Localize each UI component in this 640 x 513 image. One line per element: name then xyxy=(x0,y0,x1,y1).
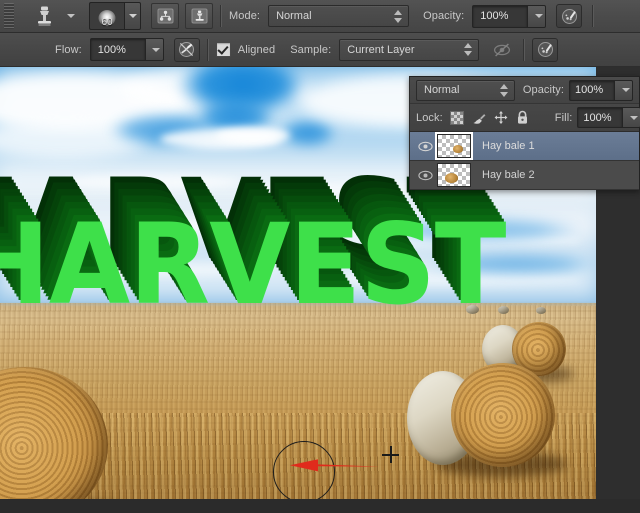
options-bar-row-1: 60 Mode: Normal Opacity: 100% xyxy=(0,0,640,33)
aligned-checkbox[interactable] xyxy=(215,42,231,57)
flow-chevron-down-icon[interactable] xyxy=(144,38,164,61)
layer-thumbnail[interactable] xyxy=(437,163,471,187)
flow-label: Flow: xyxy=(55,43,82,56)
layer-thumbnail[interactable] xyxy=(435,132,473,160)
harvest-artwork-text: HARVEST xyxy=(0,200,506,331)
toolbar-divider-2 xyxy=(592,5,595,27)
opacity-field[interactable]: 100% xyxy=(472,4,547,28)
toolbar-divider-1 xyxy=(220,5,222,27)
drag-handle[interactable] xyxy=(4,3,14,29)
pressure-controls-size-button[interactable] xyxy=(173,37,200,62)
layer-row-hay-bale-2[interactable]: Hay bale 2 xyxy=(410,161,639,190)
sample-label: Sample: xyxy=(290,43,332,56)
blend-mode-stepper-icon[interactable] xyxy=(499,83,509,97)
blend-mode-value: Normal xyxy=(424,84,460,96)
ignore-adjustment-layers-button[interactable] xyxy=(489,38,515,62)
layer-row-hay-bale-1[interactable]: Hay bale 1 xyxy=(410,132,639,161)
lock-position-icon[interactable] xyxy=(494,111,508,125)
clone-stamp-tool-icon[interactable] xyxy=(29,3,59,29)
mode-value: Normal xyxy=(276,10,312,22)
airbrush-toggle-button[interactable] xyxy=(556,4,583,28)
sample-value: Current Layer xyxy=(347,43,415,56)
fill-value[interactable]: 100% xyxy=(577,107,623,128)
toggle-clone-source-panel-button[interactable] xyxy=(185,3,213,29)
opacity-label: Opacity: xyxy=(423,10,465,22)
sample-select[interactable]: Current Layer xyxy=(339,38,480,61)
brush-size-preview[interactable]: 60 xyxy=(89,2,124,30)
fill-field[interactable]: 100% xyxy=(577,107,640,128)
tablet-pressure-button[interactable] xyxy=(532,37,559,62)
tool-preset-chevron-down-icon[interactable] xyxy=(67,14,75,18)
layers-panel: Normal Opacity: 100% Lock: Fill: 100% Ha… xyxy=(409,76,640,190)
lock-image-pixels-icon[interactable] xyxy=(472,111,486,125)
brush-size-value: 60 xyxy=(101,17,113,28)
lock-label: Lock: xyxy=(416,111,443,124)
clone-source-crosshair xyxy=(382,446,399,463)
workspace-background-bottom xyxy=(0,499,640,513)
hay-bale-foreground-right xyxy=(407,363,567,477)
mode-select[interactable]: Normal xyxy=(268,5,410,27)
photoshop-window: 60 Mode: Normal Opacity: 100% Flow: 100%… xyxy=(0,0,640,513)
options-bar-row-2: Flow: 100% Aligned Sample: Current Layer xyxy=(0,33,640,67)
sample-stepper-icon[interactable] xyxy=(464,43,473,56)
opacity-value[interactable]: 100% xyxy=(472,4,528,28)
layers-opacity-chevron-down-icon[interactable] xyxy=(614,79,633,101)
fill-chevron-down-icon[interactable] xyxy=(622,107,640,128)
red-arrow-annotation xyxy=(290,459,380,472)
eye-icon[interactable] xyxy=(415,141,435,152)
layer-name[interactable]: Hay bale 1 xyxy=(482,140,535,152)
layers-opacity-value[interactable]: 100% xyxy=(569,79,614,101)
toolbar-divider-4 xyxy=(523,38,526,61)
fill-label: Fill: xyxy=(554,111,573,124)
mode-label: Mode: xyxy=(229,10,261,22)
layer-name[interactable]: Hay bale 2 xyxy=(482,169,535,181)
flow-value[interactable]: 100% xyxy=(89,38,145,61)
brush-picker-chevron-down-icon[interactable] xyxy=(124,2,141,30)
layers-panel-blend-row: Normal Opacity: 100% xyxy=(410,77,639,104)
layers-panel-lock-row: Lock: Fill: 100% xyxy=(410,104,640,132)
toggle-brush-panel-button[interactable] xyxy=(151,3,179,29)
toolbar-divider-3 xyxy=(206,38,209,61)
opacity-chevron-down-icon[interactable] xyxy=(527,4,547,28)
aligned-label: Aligned xyxy=(237,43,276,56)
blend-mode-select[interactable]: Normal xyxy=(416,79,515,101)
brush-preset-picker[interactable]: 60 xyxy=(89,2,141,30)
lock-transparent-pixels-icon[interactable] xyxy=(449,110,464,125)
eye-icon[interactable] xyxy=(415,170,435,181)
mode-stepper-icon[interactable] xyxy=(394,9,403,23)
lock-all-icon[interactable] xyxy=(516,110,530,125)
flow-field[interactable]: 100% xyxy=(89,38,164,61)
layers-opacity-field[interactable]: 100% xyxy=(569,79,633,101)
layers-opacity-label: Opacity: xyxy=(522,84,564,96)
